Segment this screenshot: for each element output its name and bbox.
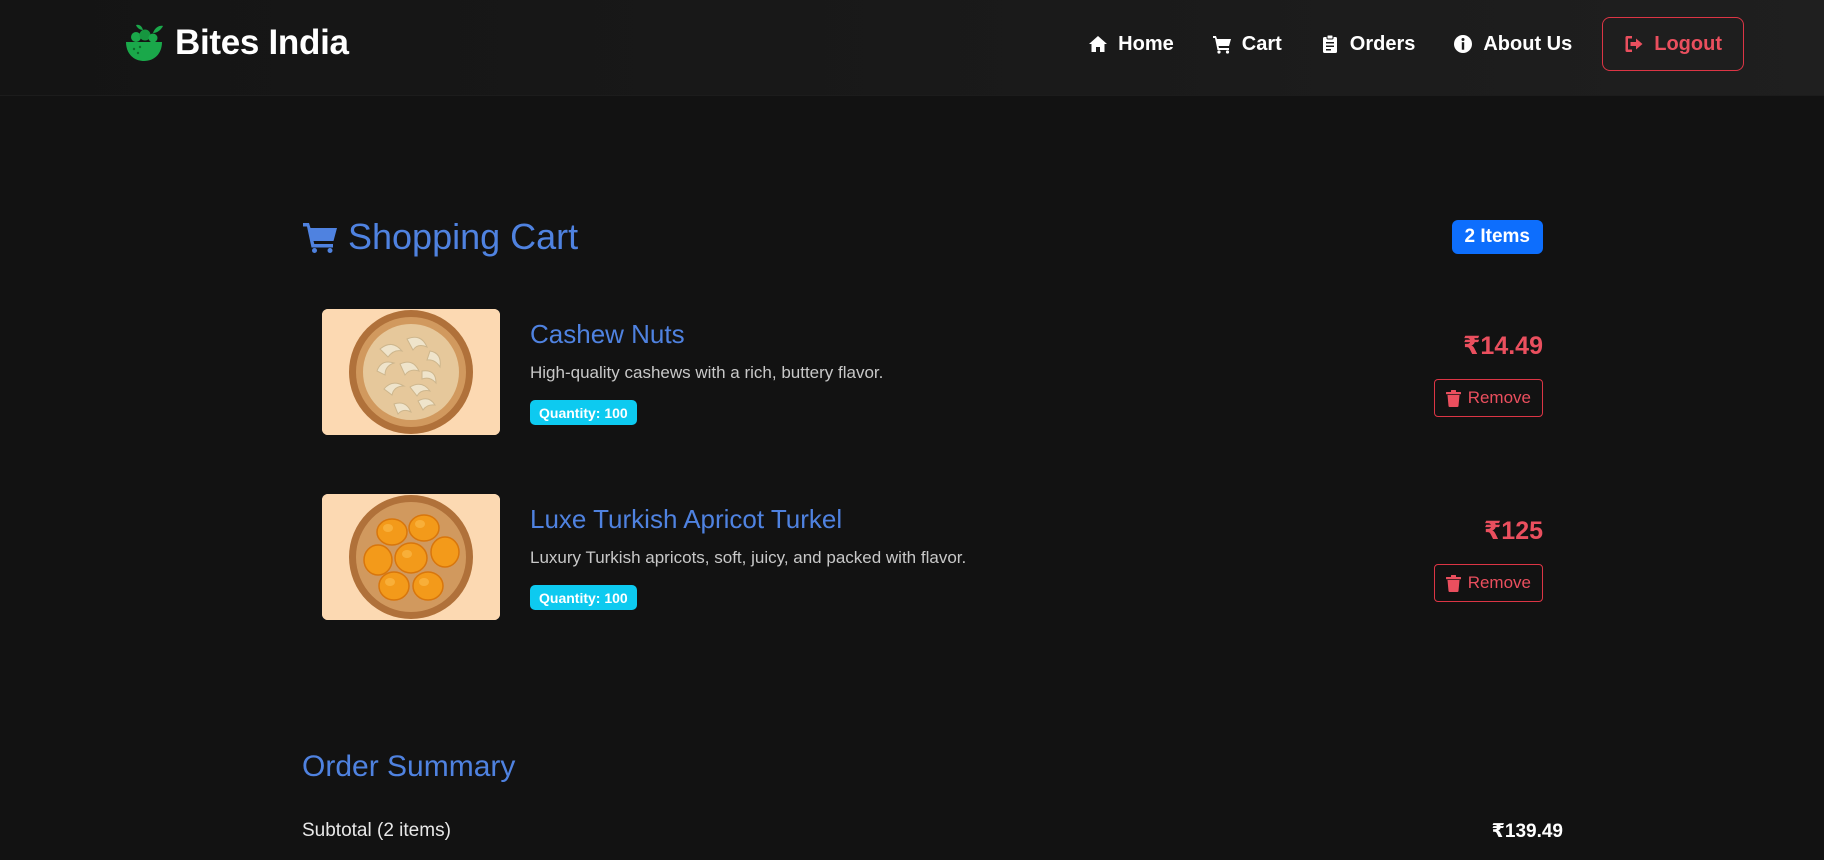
cart-header: Shopping Cart 2 Items — [302, 216, 1543, 264]
dried-apricots-image — [322, 494, 500, 620]
cart-title-text: Shopping Cart — [348, 216, 579, 257]
subtotal-value: ₹139.49 — [1491, 821, 1563, 842]
nav-item-home[interactable]: Home — [1088, 33, 1174, 56]
brand[interactable]: Bites India — [123, 20, 349, 66]
product-price: ₹14.49 — [1463, 332, 1543, 360]
nav-item-label: About Us — [1483, 32, 1573, 55]
nav-links: Home Cart Orders About Us Logout — [1088, 17, 1744, 71]
product-name[interactable]: Luxe Turkish Apricot Turkel — [530, 504, 842, 535]
cart-icon — [303, 223, 337, 253]
cart-icon — [1212, 36, 1231, 54]
quantity-badge: Quantity: 100 — [530, 400, 637, 425]
home-icon — [1089, 36, 1108, 52]
trash-icon — [1445, 574, 1461, 592]
nav-item-label: Home — [1118, 32, 1174, 55]
subtotal-row: Subtotal (2 items) ₹139.49 — [302, 818, 1563, 844]
clipboard-icon — [1322, 34, 1337, 53]
remove-label: Remove — [1467, 388, 1531, 407]
cart-title: Shopping Cart — [302, 216, 578, 258]
nav-item-cart[interactable]: Cart — [1212, 33, 1282, 56]
product-price: ₹125 — [1483, 517, 1543, 545]
product-description: High-quality cashews with a rich, butter… — [530, 363, 884, 382]
subtotal-label: Subtotal (2 items) — [302, 820, 451, 841]
trash-icon — [1445, 389, 1461, 407]
product-image[interactable] — [322, 494, 500, 620]
remove-button[interactable]: Remove — [1433, 564, 1543, 602]
fruit-basket-icon — [126, 24, 163, 61]
nav-item-label: Orders — [1349, 32, 1416, 55]
nav-item-label: Cart — [1241, 32, 1282, 55]
cart-item: Cashew Nuts High-quality cashews with a … — [322, 309, 1543, 435]
navbar: Bites India Home Cart Orders About Us Lo… — [0, 0, 1824, 96]
brand-name: Bites India — [175, 23, 349, 62]
info-icon — [1454, 35, 1473, 53]
cashew-nuts-image — [322, 309, 500, 435]
items-count-badge: 2 Items — [1451, 220, 1543, 254]
cart-item: Luxe Turkish Apricot Turkel Luxury Turki… — [322, 494, 1543, 620]
logout-button[interactable]: Logout — [1602, 17, 1744, 71]
product-name[interactable]: Cashew Nuts — [530, 319, 685, 350]
nav-item-about[interactable]: About Us — [1453, 33, 1572, 56]
nav-item-orders[interactable]: Orders — [1320, 32, 1416, 56]
sign-out-icon — [1625, 36, 1643, 52]
product-image[interactable] — [322, 309, 500, 435]
product-description: Luxury Turkish apricots, soft, juicy, an… — [530, 548, 967, 567]
cart-section: Shopping Cart 2 Items Cashew Nuts High-q… — [280, 150, 1564, 680]
order-summary-title: Order Summary — [302, 750, 516, 783]
logout-label: Logout — [1654, 32, 1722, 55]
remove-label: Remove — [1467, 573, 1531, 592]
remove-button[interactable]: Remove — [1433, 379, 1543, 417]
quantity-badge: Quantity: 100 — [530, 585, 637, 610]
